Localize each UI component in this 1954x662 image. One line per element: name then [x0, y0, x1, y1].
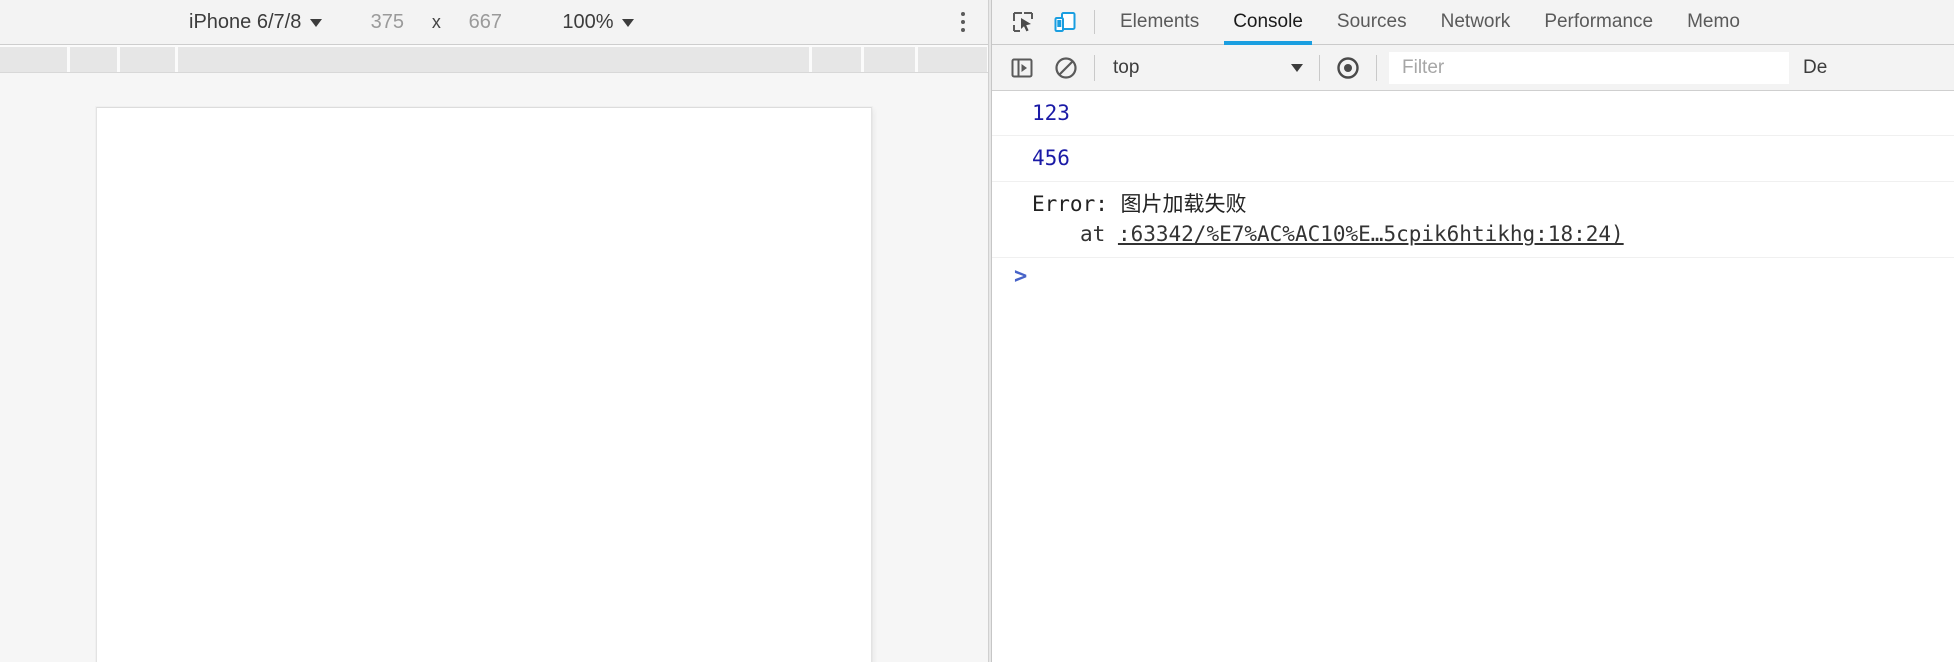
device-preset-dropdown[interactable]: iPhone 6/7/8	[185, 9, 326, 36]
zoom-level-label: 100%	[562, 11, 614, 33]
devtools-window: iPhone 6/7/8 375 x 667 100% Elements Con…	[0, 0, 1954, 662]
tab-network[interactable]: Network	[1424, 0, 1528, 44]
console-error-stack: at :63342/%E7%AC%AC10%E…5cpik6htikhg:18:…	[1032, 219, 1954, 249]
console-number-value: 123	[1032, 101, 1070, 125]
tab-label: Console	[1233, 11, 1303, 32]
devtools-panel: Elements Console Sources Network Perform…	[992, 0, 1954, 662]
chevron-down-icon	[1291, 63, 1303, 72]
console-error-row[interactable]: Error: 图片加载失败 at :63342/%E7%AC%AC10%E…5c…	[992, 182, 1954, 258]
inspect-element-button[interactable]	[1002, 0, 1044, 44]
console-filter-input[interactable]: Filter	[1389, 51, 1789, 84]
devtools-tab-bar: Elements Console Sources Network Perform…	[992, 0, 1954, 45]
device-toolbar-icon	[1054, 12, 1076, 32]
ruler-segment	[0, 45, 70, 72]
tab-label: Memo	[1687, 11, 1740, 32]
device-viewport-stage	[0, 73, 992, 662]
console-sidebar-icon	[1011, 58, 1033, 77]
toggle-device-toolbar-button[interactable]	[1044, 0, 1086, 44]
tab-sources[interactable]: Sources	[1320, 0, 1424, 44]
stack-source-link[interactable]: :63342/%E7%AC%AC10%E…5cpik6htikhg:18:24)	[1118, 222, 1624, 246]
ruler-segment	[918, 45, 990, 72]
create-live-expression-button[interactable]	[1326, 46, 1370, 90]
live-expression-eye-icon	[1337, 56, 1359, 79]
kebab-dot	[961, 12, 965, 16]
tab-performance[interactable]: Performance	[1527, 0, 1670, 44]
device-ruler-strip	[0, 45, 992, 73]
console-number-value: 456	[1032, 146, 1070, 171]
kebab-dot	[961, 20, 965, 24]
panel-split-handle[interactable]	[988, 0, 992, 662]
console-prompt-row[interactable]: >	[992, 258, 1954, 300]
device-emulation-toolbar: iPhone 6/7/8 375 x 667 100%	[0, 0, 992, 45]
log-levels-label: De	[1803, 56, 1828, 78]
ruler-segment	[120, 45, 178, 72]
execution-context-label: top	[1113, 56, 1140, 78]
console-message-list[interactable]: 123 456 Error: 图片加载失败 at :63342/%E7%AC%A…	[992, 91, 1954, 662]
console-error-text: Error: 图片加载失败	[1032, 191, 1247, 216]
ruler-segment	[864, 45, 918, 72]
ruler-segment	[812, 45, 864, 72]
device-emulation-pane: iPhone 6/7/8 375 x 667 100%	[0, 0, 992, 662]
ruler-segment	[70, 45, 120, 72]
execution-context-dropdown[interactable]: top	[1101, 53, 1313, 83]
tab-memory[interactable]: Memo	[1670, 0, 1757, 44]
clear-console-icon	[1055, 56, 1077, 79]
tab-elements[interactable]: Elements	[1103, 0, 1216, 44]
dimension-separator-x: x	[431, 12, 441, 32]
viewport-width-input[interactable]: 375	[360, 11, 414, 34]
chevron-down-icon	[310, 18, 323, 27]
toolbar-divider	[1376, 54, 1377, 81]
viewport-height-input[interactable]: 667	[458, 11, 512, 34]
toolbar-divider	[1094, 10, 1095, 34]
toolbar-divider	[1094, 54, 1095, 81]
ruler-segment	[178, 45, 812, 72]
more-options-button[interactable]	[952, 8, 974, 36]
device-preset-label: iPhone 6/7/8	[189, 11, 302, 33]
tab-label: Network	[1440, 11, 1511, 32]
kebab-dot	[961, 28, 965, 32]
tab-label: Elements	[1120, 11, 1200, 32]
tab-label: Performance	[1544, 11, 1654, 32]
clear-console-button[interactable]	[1044, 46, 1088, 90]
emulated-page-content[interactable]	[97, 108, 871, 662]
zoom-level-dropdown[interactable]: 100%	[558, 9, 638, 36]
log-levels-dropdown[interactable]: De	[1803, 57, 1827, 79]
tab-label: Sources	[1336, 11, 1407, 32]
tab-console[interactable]: Console	[1216, 0, 1320, 45]
console-toolbar: top Filter De	[992, 45, 1954, 91]
toolbar-divider	[1319, 54, 1320, 81]
console-sidebar-toggle-button[interactable]	[1000, 46, 1044, 90]
console-prompt-chevron-icon: >	[1014, 263, 1028, 289]
console-message-row[interactable]: 123	[992, 91, 1954, 137]
chevron-down-icon	[622, 18, 635, 27]
emulated-device-frame	[96, 107, 872, 662]
viewport-dimensions-group: 375 x 667	[360, 11, 512, 34]
console-message-row[interactable]: 456	[992, 136, 1954, 182]
inspect-cursor-icon	[1013, 12, 1033, 32]
console-prompt-input[interactable]	[1027, 266, 1954, 292]
stack-prefix: at	[1080, 222, 1118, 247]
